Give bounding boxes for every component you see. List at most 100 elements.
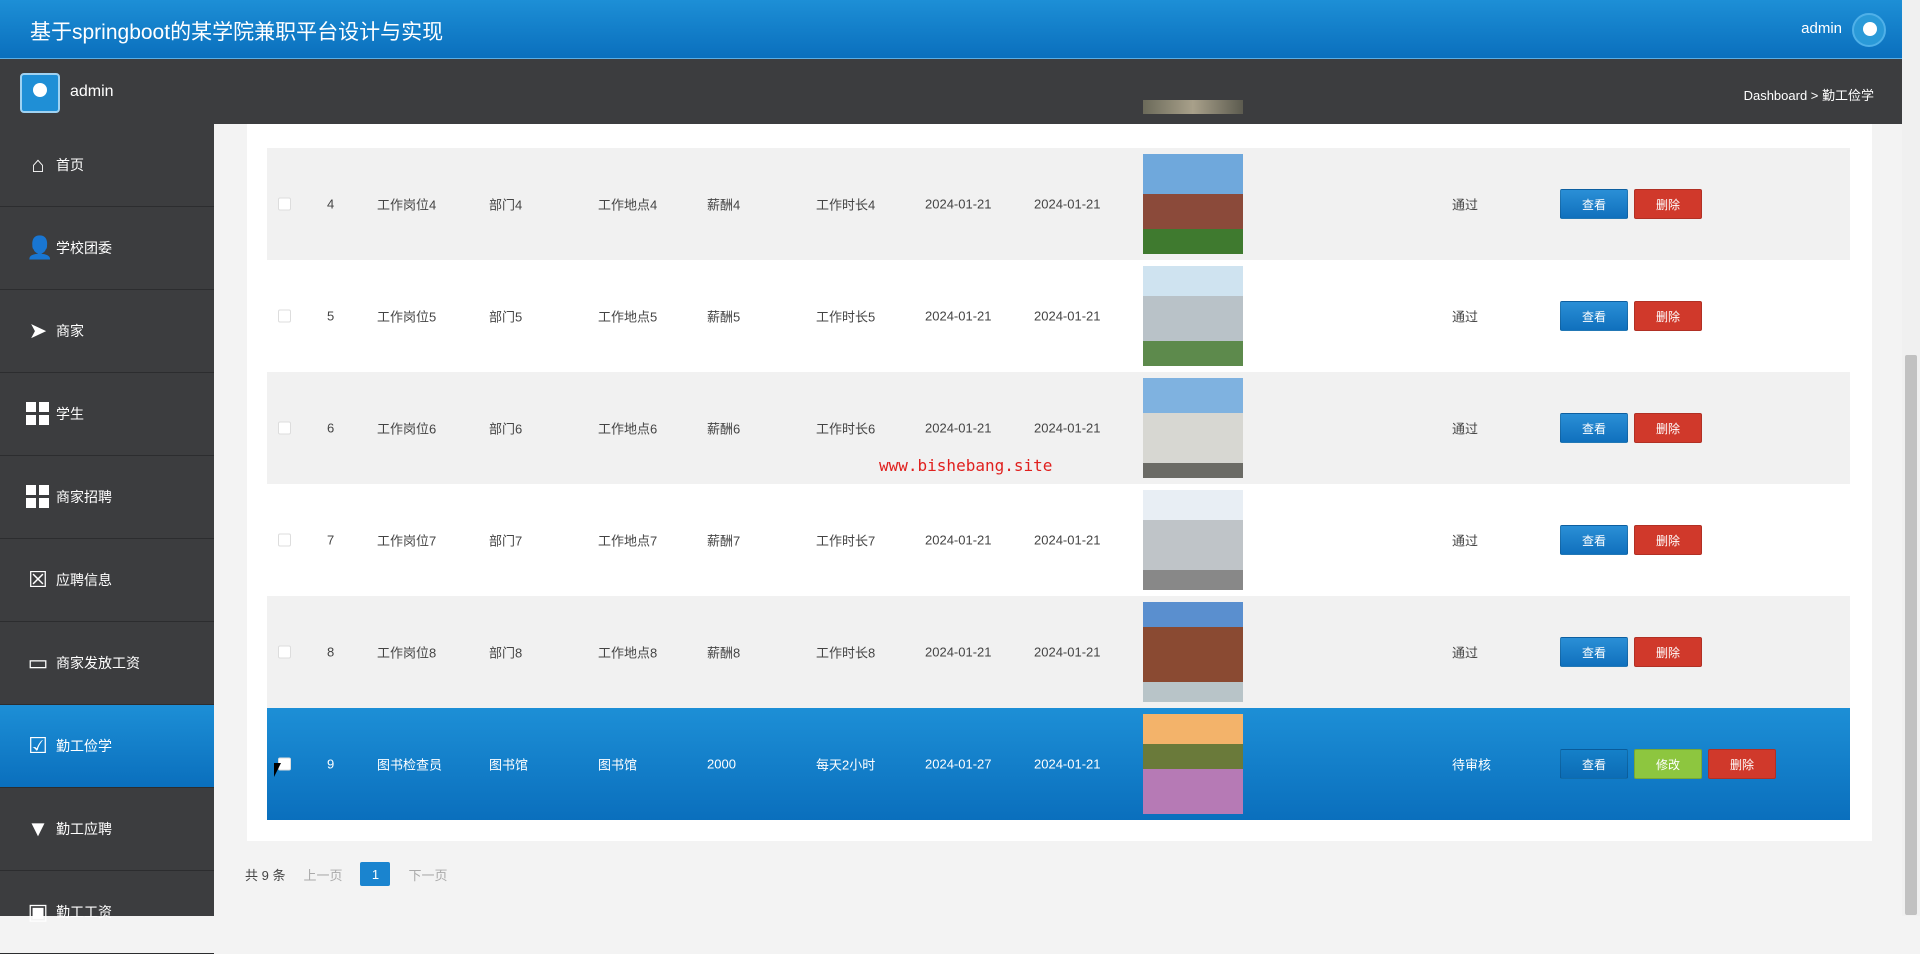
cell-salary: 薪酬8 <box>707 645 741 661</box>
cell-status: 通过 <box>1452 645 1479 661</box>
table-row-partial <box>267 100 1850 124</box>
sidebar-item-4[interactable]: 商家招聘 <box>0 456 214 539</box>
top-header: 基于springboot的某学院兼职平台设计与实现 admin <box>0 0 1902 59</box>
cell-post: 图书检查员 <box>377 757 443 773</box>
cell-location: 图书馆 <box>598 757 638 773</box>
avatar[interactable] <box>1852 13 1886 47</box>
table-row[interactable]: 8 工作岗位8 部门8 工作地点8 薪酬8 工作时长8 2024-01-21 2024-01-… <box>267 596 1850 708</box>
cell-duration: 工作时长4 <box>816 197 876 213</box>
next-page-button[interactable]: 下一页 <box>408 865 447 884</box>
sidebar-item-label: 学校团委 <box>56 240 112 256</box>
delete-button[interactable]: 删除 <box>1708 749 1776 779</box>
inbox-icon: ▭ <box>27 650 49 675</box>
sidebar-item-label: 商家 <box>56 323 84 339</box>
sidebar-item-8[interactable]: ▼ 勤工应聘 <box>0 788 214 871</box>
cell-salary: 薪酬7 <box>707 533 741 549</box>
cell-date2: 2024-01-21 <box>1034 756 1101 772</box>
sidebar-item-label: 学生 <box>56 406 84 422</box>
cell-location: 工作地点6 <box>598 421 658 437</box>
scrollbar-thumb[interactable] <box>1905 355 1917 915</box>
cell-post: 工作岗位4 <box>377 197 437 213</box>
sidebar-item-label: 商家发放工资 <box>56 655 140 671</box>
cell-salary: 薪酬4 <box>707 197 741 213</box>
table-row[interactable]: 6 工作岗位6 部门6 工作地点6 薪酬6 工作时长6 2024-01-21 2024-01-… <box>267 372 1850 484</box>
user-icon: 👤 <box>26 235 54 260</box>
cell-date2: 2024-01-21 <box>1034 644 1101 660</box>
cell-post: 工作岗位6 <box>377 421 437 437</box>
total-count: 共 9 条 <box>245 867 286 883</box>
view-button[interactable]: 查看 <box>1560 301 1628 331</box>
table-row[interactable]: 9 图书检查员 图书馆 图书馆 2000 每天2小时 2024-01-27 2024-01-2… <box>267 708 1850 820</box>
delete-button[interactable]: 删除 <box>1634 301 1702 331</box>
cell-id: 7 <box>327 532 335 548</box>
cell-status: 通过 <box>1452 421 1479 437</box>
row-image <box>1143 266 1243 366</box>
row-checkbox[interactable] <box>278 309 291 323</box>
row-image <box>1143 602 1243 702</box>
cell-date2: 2024-01-21 <box>1034 532 1101 548</box>
edit-button[interactable]: 修改 <box>1634 749 1702 779</box>
cell-id: 8 <box>327 644 335 660</box>
sidebar-item-6[interactable]: ▭ 商家发放工资 <box>0 622 214 705</box>
row-checkbox[interactable] <box>278 533 291 547</box>
cell-date1: 2024-01-21 <box>925 644 992 660</box>
sidebar-item-0[interactable]: ⌂ 首页 <box>0 124 214 207</box>
view-button[interactable]: 查看 <box>1560 413 1628 443</box>
row-image <box>1143 154 1243 254</box>
delete-button[interactable]: 删除 <box>1634 637 1702 667</box>
cell-date2: 2024-01-21 <box>1034 308 1101 324</box>
cell-post: 工作岗位8 <box>377 645 437 661</box>
cell-date1: 2024-01-21 <box>925 532 992 548</box>
row-checkbox[interactable] <box>278 645 291 659</box>
cell-location: 工作地点7 <box>598 533 658 549</box>
grid-icon <box>26 402 50 426</box>
table-row[interactable]: 7 工作岗位7 部门7 工作地点7 薪酬7 工作时长7 2024-01-21 2024-01-… <box>267 484 1850 596</box>
sidebar-item-9[interactable]: ▣ 勤工工资 <box>0 871 214 954</box>
table-row[interactable]: 5 工作岗位5 部门5 工作地点5 薪酬5 工作时长5 2024-01-21 2024-01-… <box>267 260 1850 372</box>
view-button[interactable]: 查看 <box>1560 637 1628 667</box>
scrollbar[interactable] <box>1902 0 1920 916</box>
header-username[interactable]: admin <box>1801 20 1842 37</box>
sidebar: ⌂ 首页 👤 学校团委 ➤ 商家 学生 商家招聘 ☒ 应聘信息 ▭ 商家发放工资 ☑ 勤工俭学 ▼ 勤工应聘 ▣… <box>0 124 214 954</box>
cell-date2: 2024-01-21 <box>1034 420 1101 436</box>
sidebar-item-5[interactable]: ☒ 应聘信息 <box>0 539 214 622</box>
delete-button[interactable]: 删除 <box>1634 525 1702 555</box>
cell-salary: 薪酬6 <box>707 421 741 437</box>
cell-date1: 2024-01-21 <box>925 196 992 212</box>
clipboard-icon: ▣ <box>27 899 49 924</box>
row-checkbox[interactable] <box>278 197 291 211</box>
paper-plane-icon: ➤ <box>28 318 48 343</box>
cell-status: 待审核 <box>1452 757 1492 773</box>
sidebar-item-3[interactable]: 学生 <box>0 373 214 456</box>
home-icon: ⌂ <box>31 152 45 177</box>
sidebar-item-7[interactable]: ☑ 勤工俭学 <box>0 705 214 788</box>
sidebar-item-2[interactable]: ➤ 商家 <box>0 290 214 373</box>
clipboard-check-icon: ☑ <box>28 733 48 758</box>
cell-dept: 部门5 <box>489 309 523 325</box>
avatar <box>20 73 60 113</box>
table-row[interactable]: 4 工作岗位4 部门4 工作地点4 薪酬4 工作时长4 2024-01-21 2024-01-… <box>267 148 1850 260</box>
page-1-button[interactable]: 1 <box>360 862 391 886</box>
sidebar-item-label: 商家招聘 <box>56 489 112 505</box>
sidebar-username: admin <box>70 83 114 100</box>
cell-dept: 部门8 <box>489 645 523 661</box>
row-image <box>1143 490 1243 590</box>
sidebar-item-label: 应聘信息 <box>56 572 112 588</box>
delete-button[interactable]: 删除 <box>1634 413 1702 443</box>
row-checkbox[interactable] <box>278 421 291 435</box>
cell-id: 5 <box>327 308 335 324</box>
sidebar-item-1[interactable]: 👤 学校团委 <box>0 207 214 290</box>
sidebar-item-label: 勤工工资 <box>56 904 112 920</box>
cell-duration: 工作时长8 <box>816 645 876 661</box>
sidebar-item-label: 首页 <box>56 157 84 173</box>
cell-id: 9 <box>327 756 335 772</box>
view-button[interactable]: 查看 <box>1560 189 1628 219</box>
cell-duration: 每天2小时 <box>816 757 876 773</box>
prev-page-button[interactable]: 上一页 <box>303 865 342 884</box>
mouse-cursor-icon <box>274 763 281 777</box>
view-button[interactable]: 查看 <box>1560 749 1628 779</box>
view-button[interactable]: 查看 <box>1560 525 1628 555</box>
delete-button[interactable]: 删除 <box>1634 189 1702 219</box>
cell-location: 工作地点4 <box>598 197 658 213</box>
cell-dept: 部门6 <box>489 421 523 437</box>
